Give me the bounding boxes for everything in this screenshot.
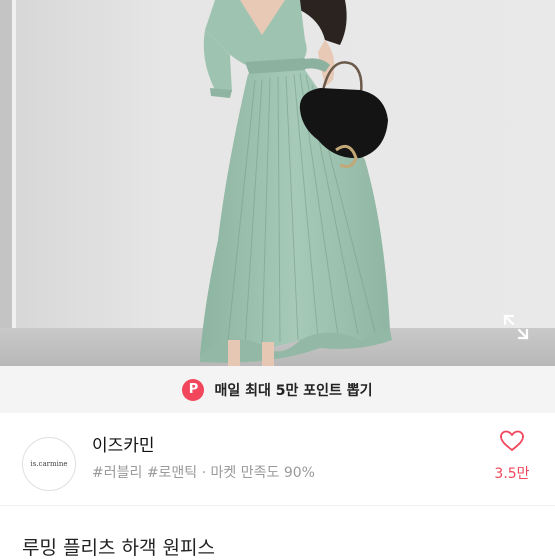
points-badge-icon: P (182, 378, 205, 401)
section-divider (0, 505, 555, 506)
store-section: is.carmine 이즈카민 #러블리 #로맨틱 · 마켓 만족도 90% 3… (0, 413, 555, 505)
store-tags: #러블리 #로맨틱 · 마켓 만족도 90% (92, 465, 315, 481)
like-button[interactable]: 3.5만 (486, 429, 538, 485)
expand-icon[interactable] (500, 311, 532, 343)
like-count: 3.5만 (494, 466, 530, 482)
product-photo-illustration (0, 0, 555, 366)
heart-icon (499, 429, 525, 457)
promo-text: 매일 최대 5만 포인트 뽑기 (214, 382, 373, 399)
product-image[interactable] (0, 0, 555, 366)
store-logo-text: is.carmine (30, 460, 68, 468)
points-promo-banner[interactable]: P 매일 최대 5만 포인트 뽑기 (0, 366, 555, 413)
store-avatar[interactable]: is.carmine (22, 437, 76, 491)
store-name[interactable]: 이즈카민 (92, 431, 155, 456)
product-title: 루밍 플리츠 하객 원피스 (22, 537, 215, 559)
